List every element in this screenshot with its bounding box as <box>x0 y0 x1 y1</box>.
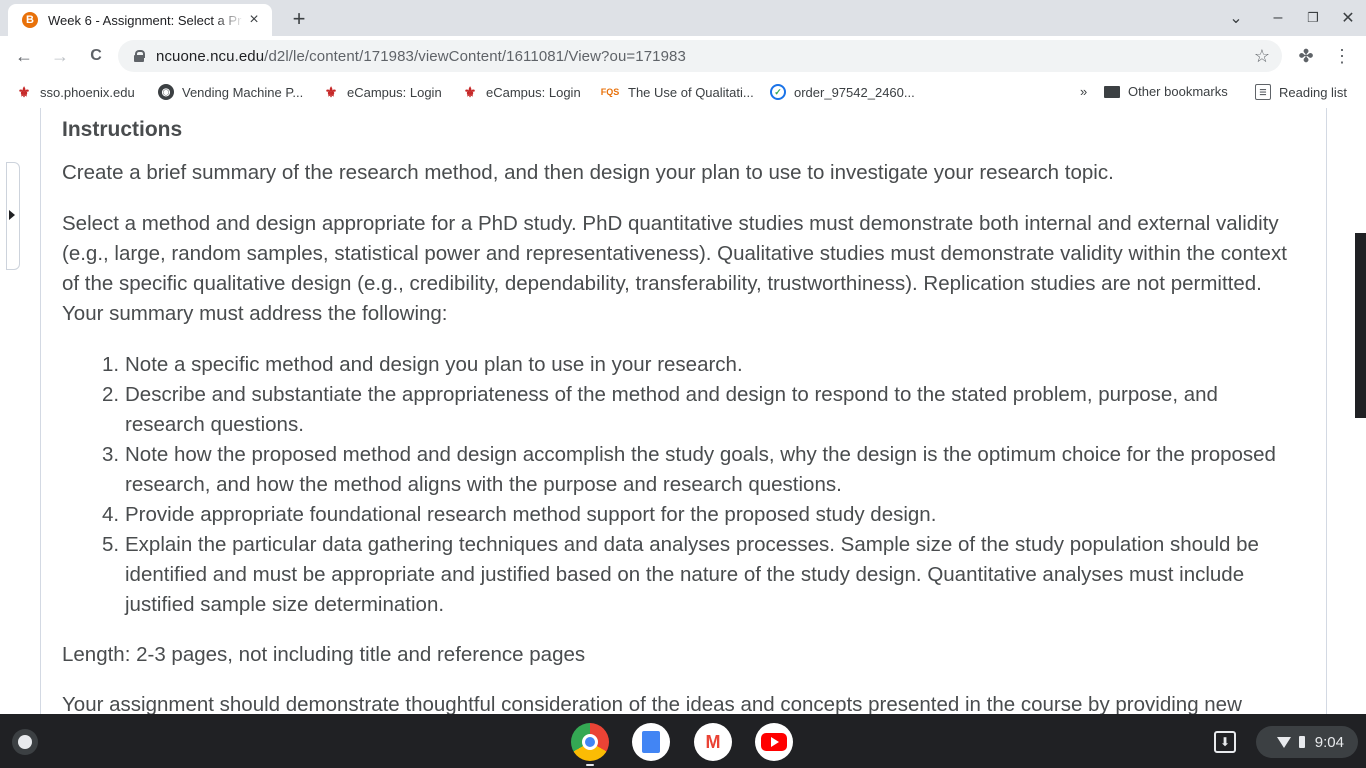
lock-icon[interactable] <box>134 50 145 62</box>
tab-close-icon[interactable]: × <box>244 10 264 30</box>
chrome-menu-icon[interactable]: ⋮ <box>1330 44 1354 68</box>
bookmarks-bar: ⚜ sso.phoenix.edu ◉ Vending Machine P... ⚜… <box>0 76 1366 108</box>
battery-icon <box>1298 736 1305 748</box>
browser-tab[interactable]: B Week 6 - Assignment: Select a Pr × <box>8 4 272 36</box>
globe-icon: ◉ <box>158 84 174 100</box>
list-item-text: Describe and substantiate the appropriat… <box>125 383 1218 436</box>
active-app-indicator <box>586 764 594 766</box>
back-button[interactable]: ← <box>12 44 36 68</box>
launcher-circle-icon <box>18 735 32 749</box>
phoenix-icon: ⚜ <box>17 83 31 100</box>
length-paragraph: Length: 2-3 pages, not including title a… <box>62 643 586 666</box>
bookmark-ecampus-login-1[interactable]: ⚜ eCampus: Login <box>323 84 442 100</box>
youtube-app-icon[interactable] <box>755 723 793 761</box>
check-icon: ✓ <box>770 84 786 100</box>
close-window-button[interactable]: ✕ <box>1338 8 1358 28</box>
list-item-text: Explain the particular data gathering te… <box>125 533 1259 616</box>
list-item: 3. Note how the proposed method and desig… <box>102 443 1276 496</box>
phoenix-icon: ⚜ <box>463 83 477 100</box>
fqs-icon: FQS <box>600 87 620 97</box>
bookmarks-overflow-icon[interactable]: » <box>1080 84 1087 99</box>
list-item: 2. Describe and substantiate the appropri… <box>102 383 1218 436</box>
side-panel-toggle[interactable] <box>6 162 20 270</box>
list-item-text: Note how the proposed method and design … <box>125 443 1276 496</box>
address-bar[interactable]: ncuone.ncu.edu/d2l/le/content/171983/vie… <box>118 40 1282 72</box>
list-item-text: Note a specific method and design you pl… <box>125 353 743 376</box>
bookmark-star-icon[interactable]: ☆ <box>1254 46 1270 67</box>
status-area[interactable]: 9:04 <box>1256 726 1358 758</box>
extensions-puzzle-icon[interactable]: ✤ <box>1294 44 1318 68</box>
bookmark-label: eCampus: Login <box>486 84 581 100</box>
holding-space-icon[interactable]: ⬇ <box>1214 731 1236 753</box>
list-item: 1. Note a specific method and design you … <box>102 353 743 376</box>
gmail-app-icon[interactable]: M <box>694 723 732 761</box>
new-tab-button[interactable]: + <box>286 6 312 32</box>
bookmark-vending-machine[interactable]: ◉ Vending Machine P... <box>158 84 303 100</box>
minimize-button[interactable]: – <box>1268 8 1288 28</box>
closing-paragraph: Your assignment should demonstrate thoug… <box>62 693 1242 714</box>
url-host: ncuone.ncu.edu <box>156 47 265 65</box>
brightspace-favicon-icon: B <box>22 12 38 28</box>
expand-arrow-icon <box>9 210 15 220</box>
browser-toolbar: ← → C ncuone.ncu.edu/d2l/le/content/1719… <box>0 36 1366 76</box>
reading-list-button[interactable]: ☰ Reading list <box>1255 84 1347 100</box>
launcher-button[interactable] <box>12 729 38 755</box>
reading-list-icon: ☰ <box>1255 84 1271 100</box>
os-shelf: M ⬇ 9:04 <box>0 714 1366 768</box>
wifi-icon <box>1276 736 1291 748</box>
url-path: /d2l/le/content/171983/viewContent/16110… <box>264 47 686 65</box>
instructions-heading: Instructions <box>62 118 183 141</box>
reading-list-label: Reading list <box>1279 84 1347 100</box>
other-bookmarks-label: Other bookmarks <box>1128 84 1228 99</box>
list-item: 4. Provide appropriate foundational resea… <box>102 503 937 526</box>
phoenix-icon: ⚜ <box>324 83 338 100</box>
forward-button[interactable]: → <box>48 44 72 68</box>
reload-button[interactable]: C <box>84 44 108 68</box>
bookmark-order[interactable]: ✓ order_97542_2460... <box>770 84 915 100</box>
bookmark-label: Vending Machine P... <box>182 84 304 100</box>
page-content: Instructions Create a brief summary of t… <box>0 108 1366 714</box>
bookmark-label: eCampus: Login <box>347 84 442 100</box>
bookmark-label: The Use of Qualitati... <box>628 84 754 100</box>
tab-search-chevron-icon[interactable]: ⌄ <box>1226 8 1246 28</box>
list-item-text: Provide appropriate foundational researc… <box>125 503 937 526</box>
requirements-paragraph: Select a method and design appropriate f… <box>62 212 1287 325</box>
requirements-list: 1. Note a specific method and design you … <box>102 350 1295 620</box>
clock-time: 9:04 <box>1314 733 1344 751</box>
chrome-app-icon[interactable] <box>571 723 609 761</box>
list-item: 5. Explain the particular data gathering … <box>102 533 1259 616</box>
docs-app-icon[interactable] <box>632 723 670 761</box>
other-bookmarks-folder[interactable]: Other bookmarks <box>1104 84 1228 99</box>
bookmark-sso-phoenix[interactable]: ⚜ sso.phoenix.edu <box>16 84 135 100</box>
bookmark-qualitative[interactable]: FQS The Use of Qualitati... <box>600 84 754 100</box>
bookmark-ecampus-login-2[interactable]: ⚜ eCampus: Login <box>462 84 581 100</box>
tab-title: Week 6 - Assignment: Select a Pr <box>48 12 242 28</box>
restore-button[interactable]: ❐ <box>1303 8 1323 28</box>
url-text[interactable]: ncuone.ncu.edu/d2l/le/content/171983/vie… <box>156 48 686 65</box>
tab-bar: B Week 6 - Assignment: Select a Pr × + ⌄… <box>0 0 1366 36</box>
scrollbar-thumb[interactable] <box>1355 233 1366 418</box>
bookmark-label: sso.phoenix.edu <box>40 84 135 100</box>
folder-icon <box>1104 85 1120 98</box>
intro-paragraph: Create a brief summary of the research m… <box>62 161 1114 184</box>
bookmark-label: order_97542_2460... <box>794 84 915 100</box>
